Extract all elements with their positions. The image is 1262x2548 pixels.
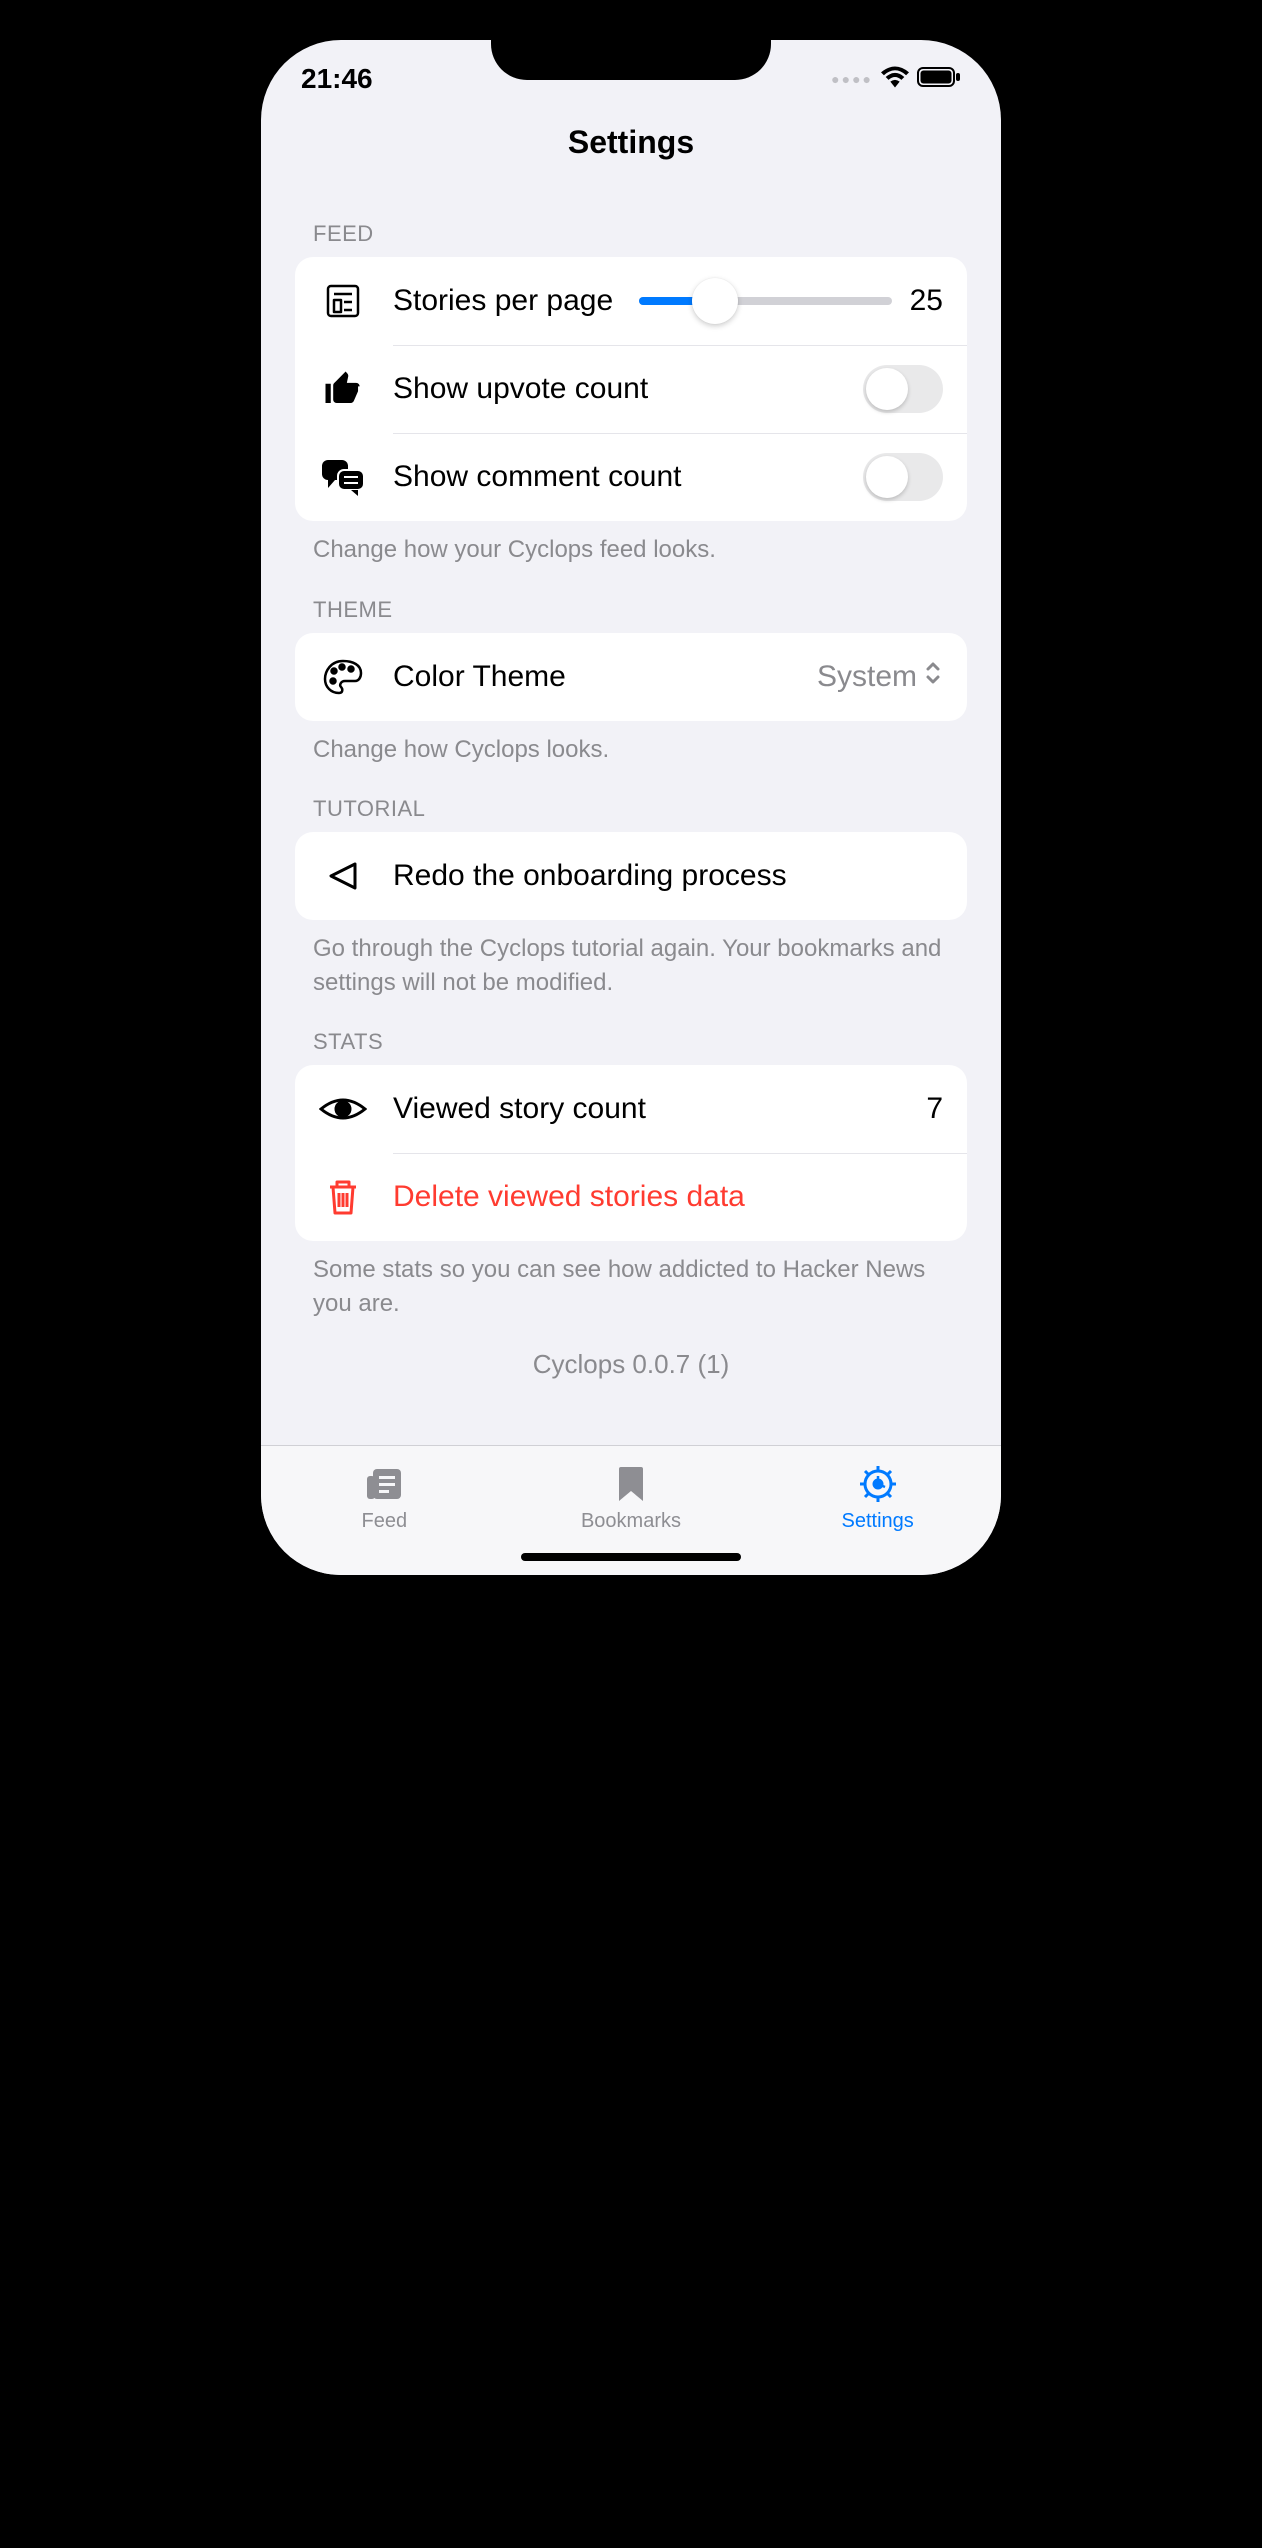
section-header-feed: FEED: [295, 191, 967, 257]
theme-value-wrap: System: [817, 660, 943, 694]
tutorial-label: Redo the onboarding process: [393, 859, 943, 893]
color-theme-row[interactable]: Color Theme System: [295, 633, 967, 721]
feed-icon: [359, 1464, 409, 1504]
redo-onboarding-row[interactable]: Redo the onboarding process: [295, 832, 967, 920]
stories-slider[interactable]: [639, 297, 891, 305]
section-footer-stats: Some stats so you can see how addicted t…: [295, 1241, 967, 1320]
content: FEED Stories per page 25: [261, 191, 1001, 1445]
stories-value: 25: [910, 284, 943, 318]
stories-per-page-row: Stories per page 25: [295, 257, 967, 345]
cellular-dots-icon: ●●●●: [831, 71, 873, 87]
delete-label: Delete viewed stories data: [393, 1180, 943, 1214]
tab-settings[interactable]: Settings: [788, 1464, 968, 1533]
delete-data-row[interactable]: Delete viewed stories data: [295, 1153, 967, 1241]
thumbs-up-icon: [319, 365, 367, 413]
tab-feed[interactable]: Feed: [294, 1464, 474, 1533]
version-label: Cyclops 0.0.7 (1): [295, 1321, 967, 1396]
trash-icon: [319, 1173, 367, 1221]
battery-icon: [917, 63, 961, 95]
newspaper-icon: [319, 277, 367, 325]
tab-bookmarks[interactable]: Bookmarks: [541, 1464, 721, 1533]
home-indicator: [521, 1553, 741, 1561]
toggle-knob: [866, 456, 908, 498]
section-footer-feed: Change how your Cyclops feed looks.: [295, 521, 967, 567]
viewed-value: 7: [926, 1092, 943, 1126]
status-time: 21:46: [301, 63, 373, 95]
comment-row: Show comment count: [295, 433, 967, 521]
feed-card: Stories per page 25 Show upvote count: [295, 257, 967, 521]
wifi-icon: [881, 63, 909, 95]
upvote-row: Show upvote count: [295, 345, 967, 433]
tutorial-card: Redo the onboarding process: [295, 832, 967, 920]
triangle-back-icon: [319, 852, 367, 900]
bookmark-icon: [606, 1464, 656, 1504]
theme-value: System: [817, 660, 917, 694]
tab-feed-label: Feed: [362, 1510, 408, 1533]
notch: [491, 20, 771, 80]
tab-bookmarks-label: Bookmarks: [581, 1510, 681, 1533]
upvote-label: Show upvote count: [393, 372, 837, 406]
device-frame: 21:46 ●●●● Settings FEED Stor: [241, 20, 1021, 1595]
stories-slider-wrap: 25: [639, 284, 943, 318]
gear-icon: [853, 1464, 903, 1504]
section-header-theme: THEME: [295, 567, 967, 633]
section-footer-tutorial: Go through the Cyclops tutorial again. Y…: [295, 920, 967, 999]
theme-card: Color Theme System: [295, 633, 967, 721]
upvote-toggle[interactable]: [863, 365, 943, 413]
comment-label: Show comment count: [393, 460, 837, 494]
chat-bubbles-icon: [319, 453, 367, 501]
comment-toggle[interactable]: [863, 453, 943, 501]
chevron-up-down-icon: [923, 660, 943, 694]
palette-icon: [319, 653, 367, 701]
section-header-tutorial: TUTORIAL: [295, 766, 967, 832]
screen: 21:46 ●●●● Settings FEED Stor: [261, 40, 1001, 1575]
viewed-count-row: Viewed story count 7: [295, 1065, 967, 1153]
stats-card: Viewed story count 7 Delete viewed stori…: [295, 1065, 967, 1241]
eye-icon: [319, 1085, 367, 1133]
toggle-knob: [866, 368, 908, 410]
slider-thumb[interactable]: [692, 278, 738, 324]
status-icons: ●●●●: [831, 63, 961, 95]
viewed-label: Viewed story count: [393, 1092, 900, 1126]
stories-label: Stories per page: [393, 284, 613, 318]
tab-settings-label: Settings: [842, 1510, 914, 1533]
page-title: Settings: [261, 100, 1001, 191]
section-header-stats: STATS: [295, 999, 967, 1065]
section-footer-theme: Change how Cyclops looks.: [295, 721, 967, 767]
theme-label: Color Theme: [393, 660, 791, 694]
